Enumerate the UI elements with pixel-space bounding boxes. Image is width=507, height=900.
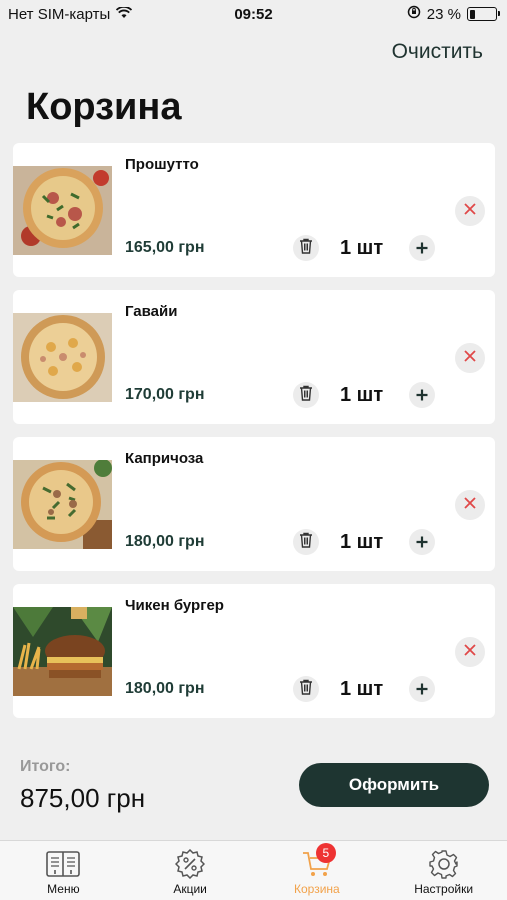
status-bar: Нет SIM-карты 09:52 23 % <box>0 0 507 30</box>
item-price: 165,00 грн <box>125 239 205 256</box>
remove-item-button[interactable] <box>455 637 485 667</box>
checkout-button[interactable]: Оформить <box>299 763 489 807</box>
tab-label: Меню <box>47 882 80 896</box>
pizza-prosciutto-photo <box>13 166 112 255</box>
cart-item: Прошутто 165,00 грн 1 шт <box>13 143 495 277</box>
trash-icon <box>299 238 313 259</box>
item-price: 180,00 грн <box>125 533 205 550</box>
cart-icon: 5 <box>302 843 336 880</box>
increase-quantity-button[interactable] <box>409 529 435 555</box>
trash-icon <box>299 385 313 406</box>
cart-item: Капричоза 180,00 грн 1 шт <box>13 437 495 571</box>
plus-icon <box>416 237 428 260</box>
orientation-lock-icon <box>407 5 421 23</box>
item-price: 180,00 грн <box>125 680 205 697</box>
trash-button[interactable] <box>293 235 319 261</box>
battery-icon <box>467 7 500 21</box>
pizza-hawaii-photo <box>13 313 112 402</box>
item-price: 170,00 грн <box>125 386 205 403</box>
item-quantity: 1 шт <box>340 678 384 700</box>
pizza-capricciosa-photo <box>13 460 112 549</box>
battery-percent: 23 % <box>426 5 461 23</box>
increase-quantity-button[interactable] <box>409 382 435 408</box>
tab-label: Настройки <box>414 882 474 896</box>
close-icon <box>464 349 476 367</box>
item-name: Гавайи <box>125 303 178 320</box>
plus-icon <box>416 531 428 554</box>
item-name: Прошутто <box>125 156 199 173</box>
trash-icon <box>299 532 313 553</box>
total-value: 875,00 грн <box>20 783 146 813</box>
remove-item-button[interactable] <box>455 343 485 373</box>
close-icon <box>464 643 476 661</box>
item-quantity: 1 шт <box>340 384 384 406</box>
item-name: Капричоза <box>125 450 204 467</box>
tab-promotions[interactable]: Акции <box>127 841 254 900</box>
tab-menu[interactable]: Меню <box>0 841 127 900</box>
tab-label: Корзина <box>294 882 340 896</box>
item-name: Чикен бургер <box>125 597 224 614</box>
remove-item-button[interactable] <box>455 490 485 520</box>
tab-settings[interactable]: Настройки <box>380 841 507 900</box>
increase-quantity-button[interactable] <box>409 676 435 702</box>
plus-icon <box>416 678 428 701</box>
menu-book-icon <box>46 848 81 880</box>
close-icon <box>464 496 476 514</box>
cart-list: Прошутто 165,00 грн 1 шт Гавайи 170,00 г… <box>13 143 495 731</box>
tab-bar: Меню Акции 5 Корзина Настройки <box>0 840 507 900</box>
increase-quantity-button[interactable] <box>409 235 435 261</box>
trash-button[interactable] <box>293 676 319 702</box>
plus-icon <box>416 384 428 407</box>
item-quantity: 1 шт <box>340 237 384 259</box>
discount-icon <box>175 848 206 880</box>
tab-label: Акции <box>173 882 207 896</box>
tab-cart[interactable]: 5 Корзина <box>254 841 381 900</box>
chicken-burger-photo <box>13 607 112 696</box>
cart-badge: 5 <box>315 843 336 863</box>
clear-cart-button[interactable]: Очистить <box>392 40 483 64</box>
total-label: Итого: <box>20 758 71 775</box>
page-title: Корзина <box>26 86 182 128</box>
cart-item: Гавайи 170,00 грн 1 шт <box>13 290 495 424</box>
trash-icon <box>299 679 313 700</box>
cart-item: Чикен бургер 180,00 грн 1 шт <box>13 584 495 718</box>
trash-button[interactable] <box>293 529 319 555</box>
trash-button[interactable] <box>293 382 319 408</box>
close-icon <box>464 202 476 220</box>
gear-icon <box>428 848 459 880</box>
remove-item-button[interactable] <box>455 196 485 226</box>
item-quantity: 1 шт <box>340 531 384 553</box>
battery-level <box>469 9 476 19</box>
